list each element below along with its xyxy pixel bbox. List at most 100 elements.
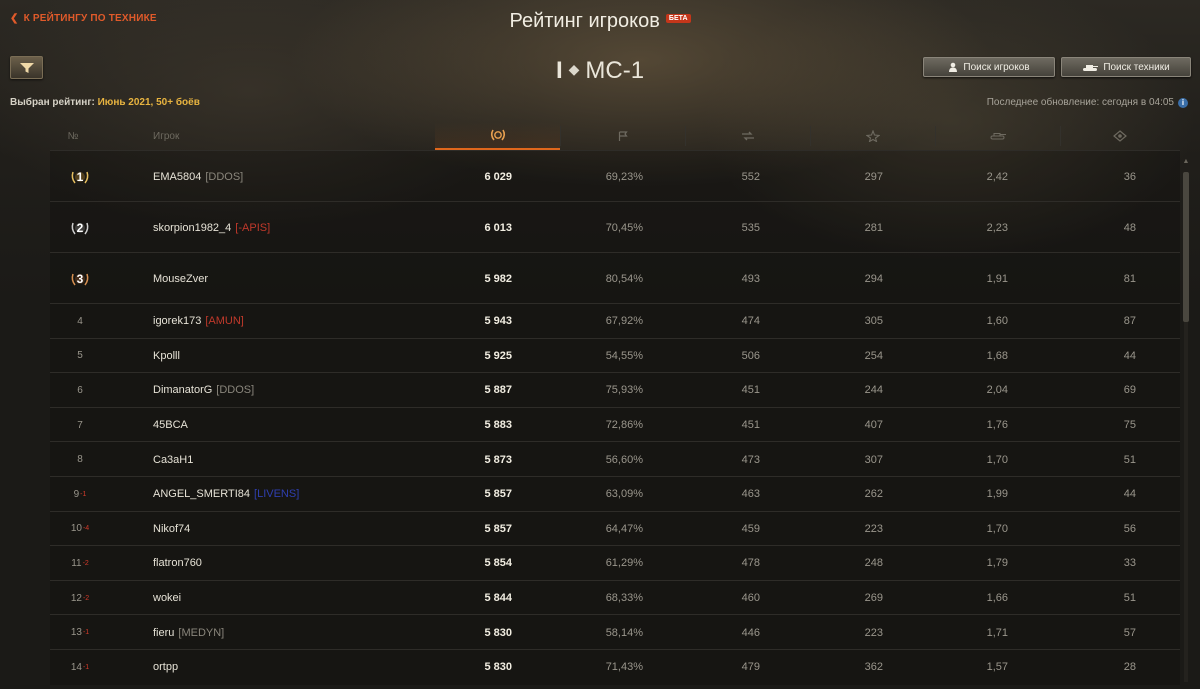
table-row[interactable]: 6 DimanatorG [DDOS] 5 887 75,93% 451 244 2,04 69	[50, 372, 1180, 408]
player-name[interactable]: Ca3aH1	[153, 454, 193, 466]
frags-cell: 1,79	[986, 557, 1008, 570]
rank-cell: 9 -1	[60, 477, 100, 512]
table-row[interactable]: 4 igorek173 [AMUN] 5 943 67,92% 474 305 1,60 87	[50, 303, 1180, 339]
table-header: № Игрок	[50, 122, 1180, 150]
player-name[interactable]: DimanatorG	[153, 384, 212, 396]
table-row[interactable]: 3 MouseZver 5 982 80,54% 493 294 1,91 81	[50, 252, 1180, 304]
player-cell: 45BCA	[153, 408, 188, 443]
player-cell: ortpp	[153, 650, 178, 685]
player-name[interactable]: Nikof74	[153, 523, 190, 535]
winrate-cell: 70,45%	[605, 221, 643, 234]
rank-number: 1	[76, 169, 84, 184]
clan-tag[interactable]: [LIVENS]	[254, 488, 299, 500]
rank-number: 6	[77, 384, 83, 396]
battles-cell: 463	[741, 488, 760, 501]
score-cell: 5 887	[484, 384, 512, 397]
winrate-cell: 64,47%	[605, 522, 643, 535]
battles-cell: 493	[741, 272, 760, 285]
table-row[interactable]: 2 skorpion1982_4 [-APIS] 6 013 70,45% 535 281 2…	[50, 201, 1180, 253]
table-row[interactable]: 11 -2 flatron760 5 854 61,29% 478 248 1,79 33	[50, 545, 1180, 581]
find-vehicles-label: Поиск техники	[1103, 61, 1170, 73]
clan-tag[interactable]: [DDOS]	[205, 171, 243, 183]
clan-tag[interactable]: [DDOS]	[216, 384, 254, 396]
rank-cell: 11 -2	[60, 546, 100, 581]
rank-cell: 14 -1	[60, 650, 100, 685]
player-name[interactable]: Kpolll	[153, 350, 180, 362]
rank-cell: 3	[60, 253, 100, 304]
damage-cell: 262	[864, 488, 883, 501]
table-row[interactable]: 10 -4 Nikof74 5 857 64,47% 459 223 1,70 56	[50, 510, 1180, 547]
scroll-up-icon[interactable]: ▲	[1182, 158, 1190, 168]
player-name[interactable]: igorek173	[153, 315, 201, 327]
spotting-cell: 75	[1123, 419, 1136, 432]
find-players-label: Поиск игроков	[963, 61, 1030, 73]
player-cell: Kpolll	[153, 339, 180, 374]
find-players-button[interactable]: Поиск игроков	[923, 57, 1055, 77]
selected-rating-value[interactable]: Июнь 2021, 50+ боёв	[98, 97, 200, 108]
rank-number: 8	[77, 454, 83, 466]
damage-icon	[865, 130, 880, 142]
score-cell: 5 925	[484, 349, 512, 362]
column-winrate[interactable]	[560, 122, 685, 150]
clan-tag[interactable]: [MEDYN]	[178, 627, 224, 639]
player-name[interactable]: ortpp	[153, 661, 178, 673]
column-battles[interactable]	[685, 122, 810, 150]
gold-medal-icon: 1	[71, 168, 89, 186]
column-spotting[interactable]	[1060, 122, 1180, 150]
damage-cell: 223	[864, 522, 883, 535]
table-row[interactable]: 8 Ca3aH1 5 873 56,60% 473 307 1,70 51	[50, 441, 1180, 477]
table-row[interactable]: 14 -1 ortpp 5 830 71,43% 479 362 1,57 28	[50, 649, 1180, 685]
player-cell: DimanatorG [DDOS]	[153, 373, 254, 408]
table-row[interactable]: 13 -1 fieru [MEDYN] 5 830 58,14% 446 223 1,71 57	[50, 614, 1180, 650]
player-name[interactable]: EMA5804	[153, 171, 201, 183]
column-score[interactable]	[435, 122, 560, 150]
find-vehicles-button[interactable]: Поиск техники	[1061, 57, 1191, 77]
frags-cell: 2,23	[986, 221, 1008, 234]
rank-cell: 13 -1	[60, 615, 100, 650]
player-name[interactable]: MouseZver	[153, 273, 208, 285]
spotting-cell: 56	[1123, 522, 1136, 535]
battles-icon	[741, 131, 754, 141]
frags-cell: 2,42	[986, 170, 1008, 183]
column-frags[interactable]	[935, 122, 1060, 150]
table-row[interactable]: 1 EMA5804 [DDOS] 6 029 69,23% 552 297 2,42 36	[50, 150, 1180, 202]
table-row[interactable]: 5 Kpolll 5 925 54,55% 506 254 1,68 44	[50, 337, 1180, 374]
player-name[interactable]: 45BCA	[153, 419, 188, 431]
damage-cell: 294	[864, 272, 883, 285]
table-row[interactable]: 9 -1 ANGEL_SMERTI84 [LIVENS] 5 857 63,09% 463 2…	[50, 476, 1180, 512]
rank-number: 14	[70, 661, 82, 673]
player-name[interactable]: fieru	[153, 627, 174, 639]
spotting-cell: 44	[1123, 488, 1136, 501]
clan-tag[interactable]: [AMUN]	[205, 315, 244, 327]
rank-number: 13	[70, 627, 82, 639]
player-name[interactable]: flatron760	[153, 557, 202, 569]
rank-number: 4	[77, 315, 83, 327]
table-row[interactable]: 7 45BCA 5 883 72,86% 451 407 1,76 75	[50, 406, 1180, 443]
scroll-thumb[interactable]	[1183, 172, 1189, 322]
column-damage[interactable]	[810, 122, 935, 150]
rank-change: -1	[82, 629, 90, 637]
rank-number: 12	[70, 592, 82, 604]
player-name[interactable]: ANGEL_SMERTI84	[153, 488, 250, 500]
page-title: Рейтинг игроков БЕТА	[0, 10, 1200, 33]
laurel-icon	[490, 129, 505, 141]
spotting-cell: 48	[1123, 221, 1136, 234]
rank-cell: 12 -2	[60, 581, 100, 616]
column-rank: №	[67, 130, 79, 142]
winrate-cell: 69,23%	[605, 170, 643, 183]
scrollbar[interactable]: ▲	[1182, 158, 1190, 689]
frags-cell: 2,04	[986, 384, 1008, 397]
battles-cell: 474	[741, 315, 760, 328]
frags-cell: 1,91	[986, 272, 1008, 285]
info-icon[interactable]: i	[1178, 98, 1188, 108]
player-name[interactable]: wokei	[153, 592, 181, 604]
player-name[interactable]: skorpion1982_4	[153, 222, 231, 234]
damage-cell: 305	[864, 315, 883, 328]
score-cell: 5 873	[484, 453, 512, 466]
score-cell: 6 013	[484, 221, 512, 234]
table-row[interactable]: 12 -2 wokei 5 844 68,33% 460 269 1,66 51	[50, 579, 1180, 616]
clan-tag[interactable]: [-APIS]	[235, 222, 270, 234]
spotting-cell: 28	[1123, 661, 1136, 674]
spotting-cell: 81	[1123, 272, 1136, 285]
column-player: Игрок	[153, 130, 180, 142]
